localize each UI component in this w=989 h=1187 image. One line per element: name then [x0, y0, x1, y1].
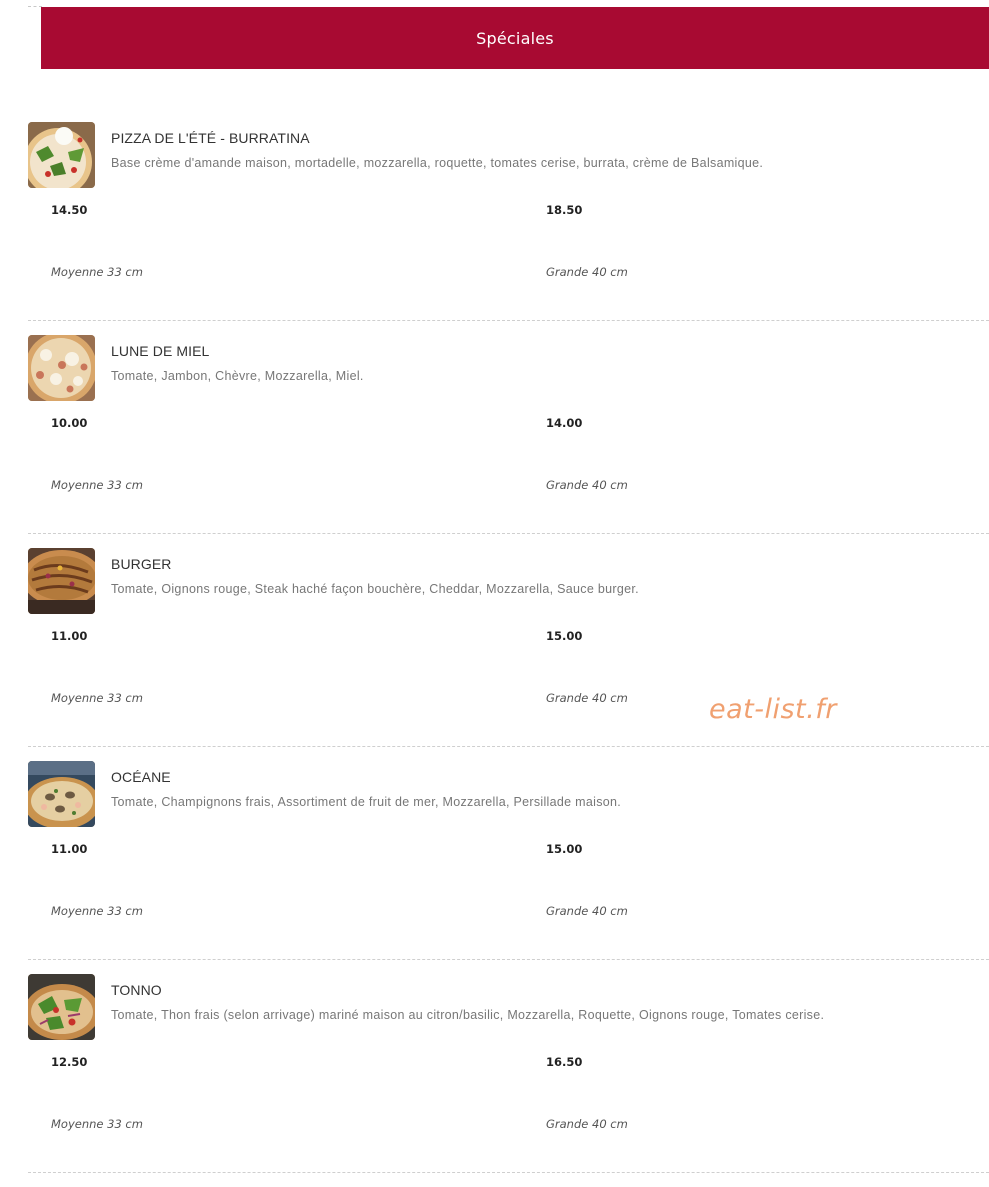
section-header: Spéciales: [41, 7, 989, 69]
size-large-label: Grande 40 cm: [546, 1117, 628, 1131]
item-name: TONNO: [111, 982, 162, 998]
price-large: 16.50: [546, 1055, 583, 1069]
size-medium-label: Moyenne 33 cm: [51, 904, 143, 918]
size-large-label: Grande 40 cm: [546, 691, 628, 705]
item-description: Base crème d'amande maison, mortadelle, …: [111, 156, 764, 170]
size-medium-label: Moyenne 33 cm: [51, 265, 143, 279]
size-medium-label: Moyenne 33 cm: [51, 1117, 143, 1131]
item-name: OCÉANE: [111, 769, 171, 785]
price-medium: 11.00: [51, 842, 88, 856]
price-large: 15.00: [546, 629, 583, 643]
price-medium: 11.00: [51, 629, 88, 643]
item-description: Tomate, Jambon, Chèvre, Mozzarella, Miel…: [111, 369, 364, 383]
pizza-thumbnail[interactable]: [28, 122, 95, 188]
item-name: PIZZA DE L'ÉTÉ - BURRATINA: [111, 130, 310, 146]
price-medium: 10.00: [51, 416, 88, 430]
item-description: Tomate, Thon frais (selon arrivage) mari…: [111, 1008, 825, 1022]
price-large: 14.00: [546, 416, 583, 430]
size-large-label: Grande 40 cm: [546, 904, 628, 918]
size-medium-label: Moyenne 33 cm: [51, 691, 143, 705]
menu-item-burger[interactable]: BURGER Tomate, Oignons rouge, Steak hach…: [28, 548, 989, 761]
item-divider: [28, 533, 989, 534]
menu-item-lune-de-miel[interactable]: LUNE DE MIEL Tomate, Jambon, Chèvre, Moz…: [28, 335, 989, 548]
pizza-thumbnail[interactable]: [28, 974, 95, 1040]
item-description: Tomate, Champignons frais, Assortiment d…: [111, 795, 622, 809]
price-medium: 14.50: [51, 203, 88, 217]
menu-item-pizza-ete-burratina[interactable]: PIZZA DE L'ÉTÉ - BURRATINA Base crème d'…: [28, 122, 989, 335]
pizza-thumbnail[interactable]: [28, 548, 95, 614]
size-medium-label: Moyenne 33 cm: [51, 478, 143, 492]
menu-item-tonno[interactable]: TONNO Tomate, Thon frais (selon arrivage…: [28, 974, 989, 1187]
price-medium: 12.50: [51, 1055, 88, 1069]
item-description: Tomate, Oignons rouge, Steak haché façon…: [111, 582, 639, 596]
top-divider: [28, 6, 42, 7]
pizza-thumbnail[interactable]: [28, 761, 95, 827]
item-divider: [28, 746, 989, 747]
item-name: LUNE DE MIEL: [111, 343, 210, 359]
item-divider: [28, 320, 989, 321]
size-large-label: Grande 40 cm: [546, 265, 628, 279]
section-title: Spéciales: [476, 28, 554, 48]
price-large: 15.00: [546, 842, 583, 856]
watermark: eat-list.fr: [709, 694, 837, 725]
pizza-thumbnail[interactable]: [28, 335, 95, 401]
item-divider: [28, 959, 989, 960]
menu-item-oceane[interactable]: OCÉANE Tomate, Champignons frais, Assort…: [28, 761, 989, 974]
price-large: 18.50: [546, 203, 583, 217]
size-large-label: Grande 40 cm: [546, 478, 628, 492]
item-name: BURGER: [111, 556, 172, 572]
